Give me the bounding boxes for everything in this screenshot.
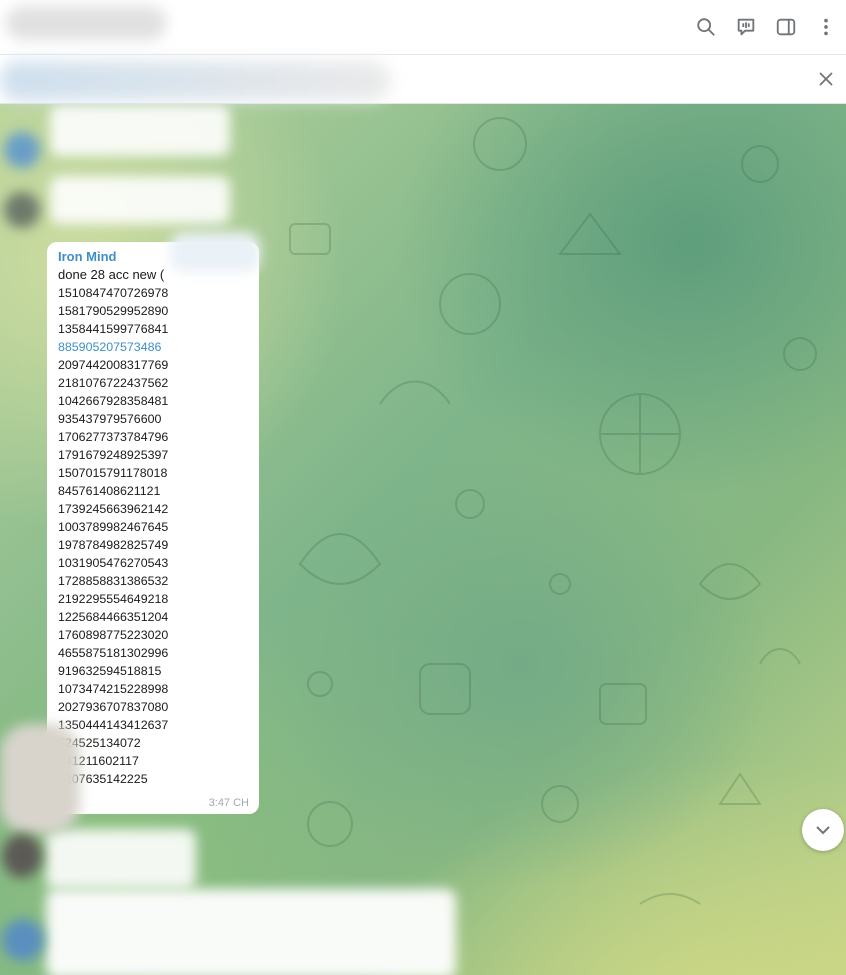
live-chat-button[interactable] <box>726 0 766 54</box>
blurred-message-4[interactable] <box>46 889 456 975</box>
message-number-line: 1760898775223020 <box>58 628 169 642</box>
blurred-avatar-2[interactable] <box>4 192 40 228</box>
message-number-line: 1003789982467645 <box>58 520 169 534</box>
message-number-line: 2027936707837080 <box>58 700 169 714</box>
sidebar-toggle-icon <box>776 18 796 36</box>
message-time: 3:47 CH <box>208 797 249 809</box>
blurred-avatar-5[interactable] <box>2 919 44 961</box>
message-number-line: 1706277373784796 <box>58 430 169 444</box>
blurred-message-top[interactable] <box>50 104 230 156</box>
message-number-list: 1510847470726978 1581790529952890 13584415… <box>58 284 168 788</box>
message-number-line: 1978784982825749 <box>58 538 169 552</box>
chat-area[interactable]: Iron Mind done 28 acc new ( 151084747072… <box>0 104 846 975</box>
message-number-line: 1031905476270543 <box>58 556 169 570</box>
message-number-line: 1728858831386532 <box>58 574 169 588</box>
message-number-line: 935437979576600 <box>58 412 162 426</box>
blurred-message-3[interactable] <box>46 829 196 889</box>
blurred-message-2[interactable] <box>50 176 230 224</box>
message-first-line: done 28 acc new ( <box>58 267 165 282</box>
message-bubble[interactable]: Iron Mind done 28 acc new ( 151084747072… <box>47 242 259 814</box>
message-number-line: 2192295554649218 <box>58 592 169 606</box>
message-number-link[interactable]: 885905207573486 <box>58 338 168 356</box>
message-number-line: 845761408621121 <box>58 484 161 498</box>
chevron-down-icon <box>816 826 830 835</box>
close-icon <box>819 72 833 86</box>
chat-header <box>0 0 846 55</box>
blurred-avatar-1[interactable] <box>4 132 40 168</box>
more-vertical-icon <box>824 18 828 36</box>
message-number-line: 1073474215228998 <box>58 682 169 696</box>
message-number-line: 4655875181302996 <box>58 646 169 660</box>
message-number-line: 1350444143412637 <box>58 718 169 732</box>
search-icon <box>697 18 715 36</box>
search-button[interactable] <box>686 0 726 54</box>
more-button[interactable] <box>806 0 846 54</box>
message-number-line: 919632594518815 <box>58 664 162 678</box>
message-number-line: 1042667928358481 <box>58 394 169 408</box>
blurred-avatar-3[interactable] <box>0 724 80 834</box>
message-number-line: 1739245663962142 <box>58 502 169 516</box>
message-number-line: 1507015791178018 <box>58 466 168 480</box>
message-number-line: 1510847470726978 <box>58 286 169 300</box>
header-actions <box>686 0 846 54</box>
message-number-line: 1581790529952890 <box>58 304 169 318</box>
message-sender[interactable]: Iron Mind <box>58 249 117 264</box>
message-number-line: 1791679248925397 <box>58 448 169 462</box>
live-chat-icon <box>737 18 755 36</box>
sidebar-toggle-button[interactable] <box>766 0 806 54</box>
pinned-message-blurred <box>0 61 390 101</box>
pinned-message-bar[interactable] <box>0 55 846 104</box>
message-number-line: 2097442008317769 <box>58 358 169 372</box>
message-number-line: 1358441599776841 <box>58 322 169 336</box>
chat-title-blurred[interactable] <box>6 6 166 40</box>
blurred-reply-tag <box>170 232 260 272</box>
blurred-avatar-4[interactable] <box>2 834 42 878</box>
message-number-line: 2181076722437562 <box>58 376 169 390</box>
message-number-line: 1225684466351204 <box>58 610 169 624</box>
scroll-down-button[interactable] <box>802 809 844 851</box>
pinned-close-button[interactable] <box>810 63 842 95</box>
